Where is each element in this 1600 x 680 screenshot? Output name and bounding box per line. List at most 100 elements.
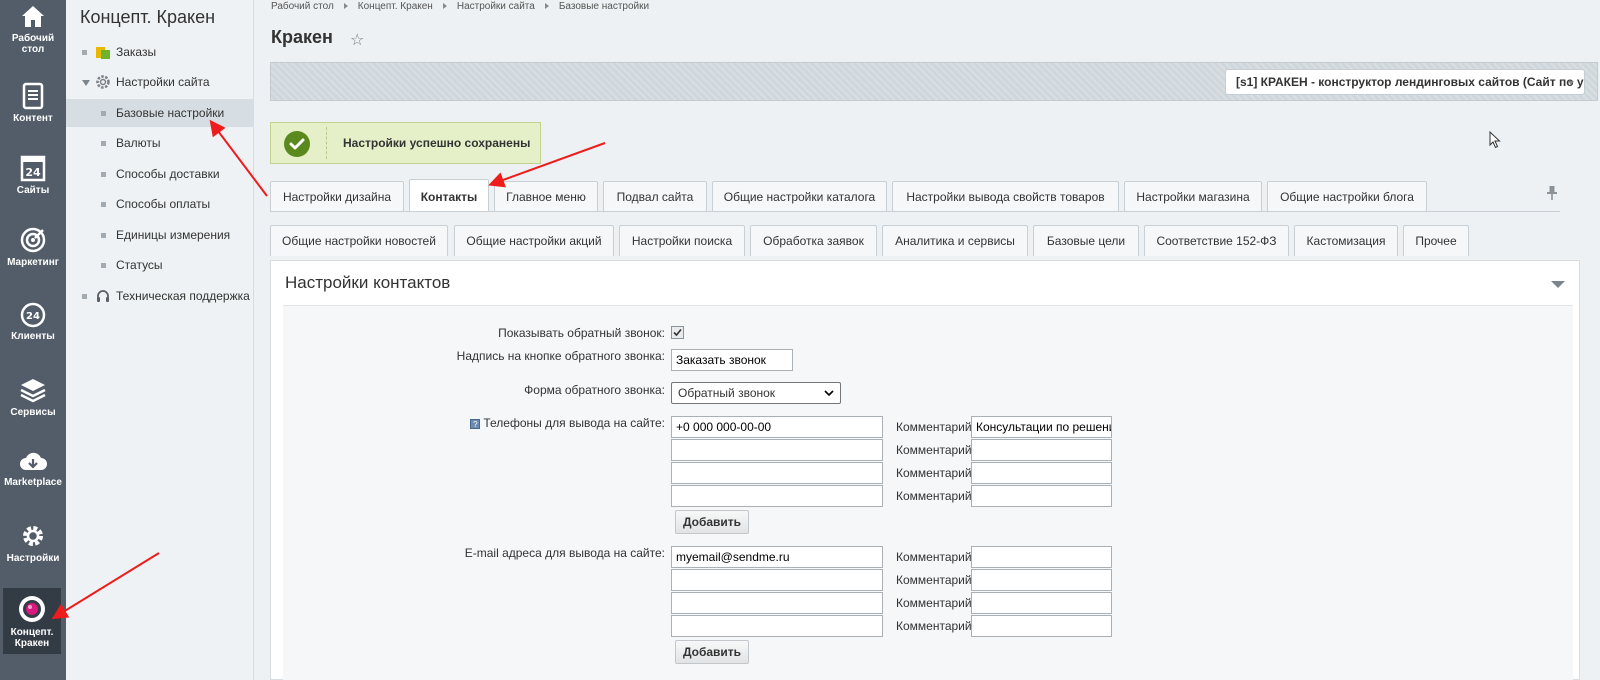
comment-label: Комментарий: [896,443,975,457]
comment-label: Комментарий: [896,466,975,480]
expand-arrow-icon[interactable] [82,80,90,86]
crm-24-icon: 24 [20,302,46,328]
phones-label: ? Телефоны для вывода на сайте: [470,416,665,430]
tab-promo-settings[interactable]: Общие настройки акций [454,225,614,256]
submenu-label: Заказы [116,45,157,59]
email-comment-input[interactable] [971,569,1112,591]
breadcrumb-item[interactable]: Рабочий стол [271,1,334,12]
comment-label: Комментарий: [896,489,975,503]
email-input[interactable] [671,615,883,637]
main-content: Рабочий стол Концепт. Кракен Настройки сай… [254,0,1600,680]
tab-customization[interactable]: Кастомизация [1294,225,1398,256]
email-comment-input[interactable] [971,546,1112,568]
tab-base-goals[interactable]: Базовые цели [1033,225,1139,256]
kraken-logo-icon [19,596,45,622]
tab-footer[interactable]: Подвал сайта [603,181,707,212]
panel-title: Настройки контактов [285,273,451,292]
comment-label: Комментарий: [896,619,975,633]
email-input[interactable] [671,592,883,614]
gear-icon [23,526,43,546]
breadcrumb-item[interactable]: Концепт. Кракен [358,1,433,12]
bullet-icon [82,294,87,299]
bullet-icon [101,263,106,268]
collapse-triangle-icon[interactable] [1551,281,1565,288]
mouse-cursor-icon [1489,131,1501,149]
svg-text:24: 24 [25,166,41,179]
button-text-label: Надпись на кнопке обратного звонка: [456,349,665,363]
section-submenu: Концепт. Кракен Заказы Настройки сайта Б… [66,0,254,680]
email-input[interactable] [671,569,883,591]
callback-form-select[interactable]: Обратный звонок [671,382,841,404]
phone-input[interactable] [671,439,883,461]
email-input[interactable]: myemail@sendme.ru [671,546,883,568]
submenu-item-support[interactable]: Техническая поддержка [66,282,254,310]
nav-label: Контент [13,113,53,124]
nav-marketing[interactable]: Маркетинг [0,226,66,272]
submenu-item-statuses[interactable]: Статусы [66,251,254,279]
tab-analytics[interactable]: Аналитика и сервисы [882,225,1028,256]
comment-label: Комментарий: [896,573,975,587]
phone-comment-input[interactable]: Консультации по решени [971,416,1112,438]
submenu-item-currencies[interactable]: Валюты [66,129,254,157]
tab-other[interactable]: Прочее [1403,225,1469,256]
submenu-label: Валюты [116,136,161,150]
phone-input[interactable] [671,485,883,507]
pin-icon[interactable] [1547,186,1557,200]
submenu-item-delivery[interactable]: Способы доставки [66,160,254,188]
submenu-label: Способы доставки [116,167,220,181]
comment-label: Комментарий: [896,420,975,434]
help-icon[interactable]: ? [470,418,481,429]
comment-label: Комментарий: [896,550,975,564]
nav-label: Рабочий [11,33,55,44]
nav-label: стол [21,44,45,55]
tab-blog-settings[interactable]: Общие настройки блога [1267,181,1427,212]
success-notification: Настройки успешно сохранены [270,122,541,164]
tab-152-fz[interactable]: Соответствие 152-ФЗ [1144,225,1289,256]
nav-desktop[interactable]: Рабочий стол [0,4,66,62]
nav-services[interactable]: Сервисы [0,376,66,422]
submenu-item-payment[interactable]: Способы оплаты [66,190,254,218]
tab-main-menu[interactable]: Главное меню [494,181,598,212]
tab-search-settings[interactable]: Настройки поиска [619,225,745,256]
chevron-down-icon [824,390,834,397]
tab-product-properties[interactable]: Настройки вывода свойств товаров [892,181,1119,212]
nav-label: Клиенты [11,331,55,342]
nav-clients[interactable]: 24 Клиенты [0,302,66,346]
page-title: Кракен [271,27,333,47]
phone-input[interactable] [671,462,883,484]
tabs-divider [270,211,1560,212]
nav-sites[interactable]: 24 Сайты [0,154,66,200]
nav-marketplace[interactable]: Marketplace [0,450,66,492]
tab-contacts[interactable]: Контакты [409,179,489,212]
submenu-item-units[interactable]: Единицы измерения [66,221,254,249]
button-text-input[interactable]: Заказать звонок [671,349,793,371]
favorite-star-icon[interactable]: ☆ [350,30,364,50]
submenu-label: Статусы [116,258,163,272]
submenu-item-orders[interactable]: Заказы [66,38,254,66]
bullet-icon [101,141,106,146]
phone-comment-input[interactable] [971,439,1112,461]
submenu-item-site-settings[interactable]: Настройки сайта [66,68,254,96]
tab-requests[interactable]: Обработка заявок [750,225,877,256]
phone-comment-input[interactable] [971,485,1112,507]
email-comment-input[interactable] [971,615,1112,637]
add-phone-button[interactable]: Добавить [675,510,749,534]
site-select[interactable]: [s1] КРАКЕН - конструктор лендинговых са… [1225,69,1585,95]
phone-comment-input[interactable] [971,462,1112,484]
breadcrumb-item[interactable]: Настройки сайта [457,1,535,12]
nav-content[interactable]: Контент [0,82,66,130]
nav-settings[interactable]: Настройки [0,522,66,568]
nav-kraken[interactable]: Концепт. Кракен [3,588,61,654]
breadcrumb-item[interactable]: Базовые настройки [559,1,649,12]
tab-shop-settings[interactable]: Настройки магазина [1124,181,1262,212]
tab-design[interactable]: Настройки дизайна [270,181,404,212]
add-email-button[interactable]: Добавить [675,640,749,664]
phone-input[interactable]: +0 000 000-00-00 [671,416,883,438]
tab-catalog-settings[interactable]: Общие настройки каталога [712,181,887,212]
email-comment-input[interactable] [971,592,1112,614]
check-circle-icon [284,131,310,157]
nav-label: Концепт. [10,627,54,638]
submenu-item-base-settings[interactable]: Базовые настройки [66,99,254,127]
callback-checkbox[interactable] [671,326,684,339]
tab-news-settings[interactable]: Общие настройки новостей [270,225,448,256]
